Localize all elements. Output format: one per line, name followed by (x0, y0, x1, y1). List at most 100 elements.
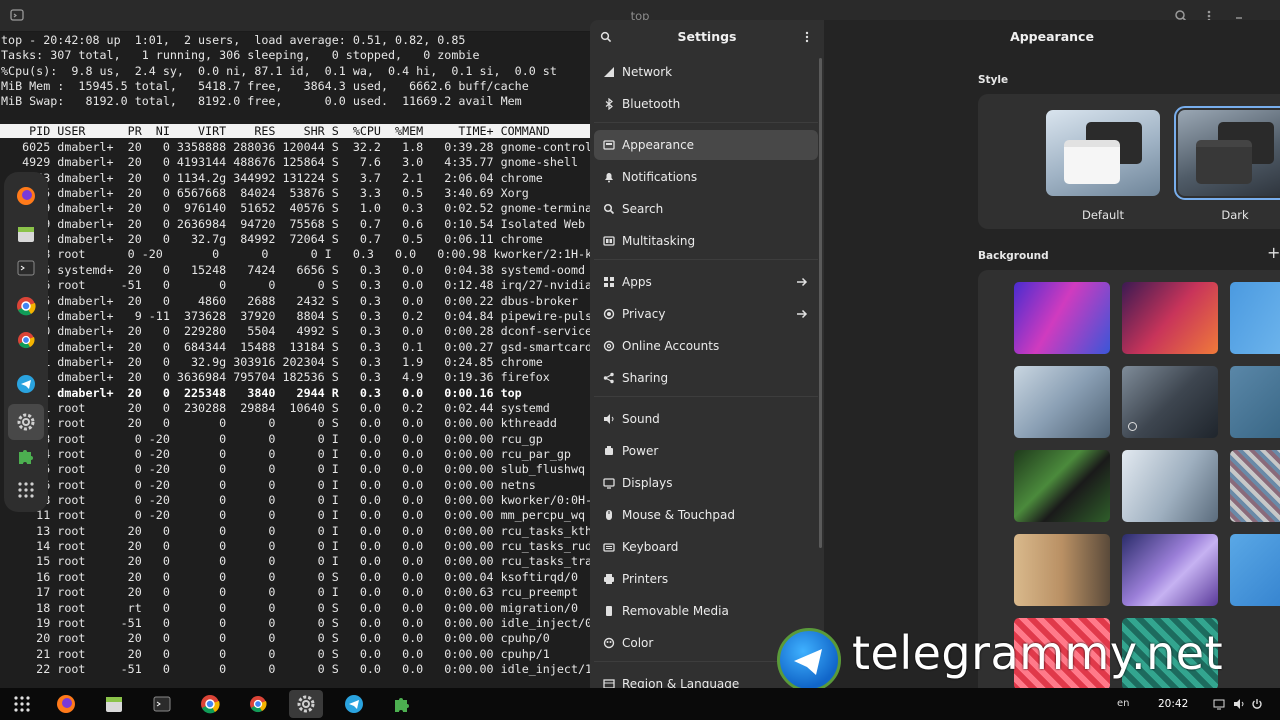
keyboard-icon (603, 543, 615, 552)
chrome-icon[interactable] (12, 292, 40, 320)
terminal-icon[interactable] (147, 690, 177, 718)
sidebar-item-notifications[interactable]: Notifications (594, 162, 818, 192)
sidebar-item-label: Search (622, 202, 664, 216)
sidebar-item-power[interactable]: Power (594, 436, 818, 466)
sidebar-item-label: Keyboard (622, 540, 679, 554)
process-row: 4183 dmaberl+ 20 0 32.7g 84992 72064 S 0… (1, 232, 543, 247)
process-row: 21 root 20 0 0 0 0 S 0.0 0.0 0:00.00 cpu… (1, 646, 550, 661)
top-summary-line: %Cpu(s): 9.8 us, 2.4 sy, 0.0 ni, 87.1 id… (1, 63, 557, 78)
firefox-icon[interactable] (51, 690, 81, 718)
chrome-beta-icon[interactable] (243, 690, 273, 718)
background-thumbnail[interactable] (1014, 534, 1110, 606)
files-icon[interactable] (12, 220, 40, 248)
app-grid-icon[interactable] (7, 690, 37, 718)
background-thumbnail[interactable] (1122, 282, 1218, 354)
sidebar-item-privacy[interactable]: Privacy (594, 299, 818, 329)
process-row: 1036 root -51 0 0 0 0 S 0.3 0.0 0:12.48 … (1, 278, 590, 293)
sidebar-item-label: Displays (622, 476, 673, 490)
sidebar-item-removable-media[interactable]: Removable Media (594, 596, 818, 626)
settings-gear-icon[interactable] (8, 404, 44, 440)
sidebar-item-displays[interactable]: Displays (594, 468, 818, 498)
sidebar-item-apps[interactable]: Apps (594, 267, 818, 297)
printer-icon (604, 574, 614, 584)
background-thumbnail[interactable] (1014, 450, 1110, 522)
desktop: top - 20:42:08 up 1:01, 2 users, load av… (0, 0, 1280, 720)
files-icon[interactable] (99, 690, 129, 718)
sidebar-item-search[interactable]: Search (594, 194, 818, 224)
style-default-thumbnail[interactable] (1046, 110, 1160, 196)
process-row: 6025 dmaberl+ 20 0 3358888 288036 120044… (1, 140, 590, 154)
sidebar-item-mouse-touchpad[interactable]: Mouse & Touchpad (594, 500, 818, 530)
process-row: 158 root 0 -20 0 0 0 I 0.3 0.0 0:00.98 k… (1, 247, 590, 262)
background-thumbnail[interactable] (1014, 282, 1110, 354)
sidebar-item-printers[interactable]: Printers (594, 564, 818, 594)
settings-gear-icon[interactable] (289, 690, 323, 718)
background-thumbnail[interactable] (1230, 534, 1280, 606)
sidebar-item-online-accounts[interactable]: Online Accounts (594, 331, 818, 361)
sidebar-item-label: Notifications (622, 170, 698, 184)
notifications-icon (605, 173, 613, 183)
process-row: 6 root 0 -20 0 0 0 I 0.0 0.0 0:00.00 net… (1, 477, 536, 492)
extensions-puzzle-icon[interactable] (387, 690, 417, 718)
terminal-tab-icon[interactable] (10, 8, 24, 22)
display-icon[interactable] (1213, 698, 1225, 710)
menu-kebab-icon[interactable] (801, 31, 813, 43)
chrome-icon[interactable] (195, 690, 225, 718)
background-thumbnail[interactable] (1230, 282, 1280, 354)
bluetooth-icon (605, 98, 613, 110)
process-row: 896 systemd+ 20 0 15248 7424 6656 S 0.3 … (1, 262, 586, 277)
add-background-icon[interactable]: + (1267, 245, 1280, 261)
sidebar-item-multitasking[interactable]: Multitasking (594, 226, 818, 256)
process-row: 2441 dmaberl+ 20 0 684344 15488 13184 S … (1, 339, 590, 354)
process-row: 4191 dmaberl+ 20 0 32.9g 303916 202304 S… (1, 354, 543, 369)
sidebar-item-sharing[interactable]: Sharing (594, 363, 818, 393)
background-thumbnail[interactable] (1122, 450, 1218, 522)
extensions-puzzle-icon[interactable] (12, 442, 40, 470)
clock[interactable]: 20:42 (1158, 688, 1188, 720)
volume-icon[interactable] (1233, 698, 1245, 710)
process-row: 5 root 0 -20 0 0 0 I 0.0 0.0 0:00.00 slu… (1, 462, 586, 477)
appearance-icon (603, 140, 615, 150)
firefox-icon[interactable] (12, 182, 40, 210)
background-thumbnail[interactable] (1230, 366, 1280, 438)
sidebar-item-bluetooth[interactable]: Bluetooth (594, 89, 818, 119)
arrow-right-icon (797, 277, 808, 287)
sidebar-item-appearance[interactable]: Appearance (594, 130, 818, 160)
process-row: 2 root 20 0 0 0 0 S 0.0 0.0 0:00.00 kthr… (1, 416, 557, 431)
background-thumbnail[interactable] (1230, 450, 1280, 522)
top-summary-line: top - 20:42:08 up 1:01, 2 users, load av… (1, 33, 466, 47)
taskbar: en 20:42 (0, 688, 1280, 720)
power-icon[interactable] (1251, 698, 1263, 710)
privacy-icon (603, 308, 615, 320)
sidebar-item-label: Sharing (622, 371, 669, 385)
background-thumbnail[interactable] (1014, 366, 1110, 438)
chrome-beta-icon[interactable] (12, 326, 40, 354)
terminal-output[interactable]: top - 20:42:08 up 1:01, 2 users, load av… (0, 32, 590, 688)
style-default-label: Default (1081, 208, 1125, 222)
mouse-icon (606, 510, 612, 520)
process-row: 22 root -51 0 0 0 0 S 0.0 0.0 0:00.00 id… (1, 661, 590, 676)
network-icon (604, 67, 614, 77)
telegram-icon[interactable] (339, 690, 369, 718)
sidebar-item-sound[interactable]: Sound (594, 404, 818, 434)
power-icon (605, 446, 613, 455)
process-row: 11 root 0 -20 0 0 0 I 0.0 0.0 0:00.00 mm… (1, 508, 586, 523)
process-row: 1195 dmaberl+ 20 0 4860 2688 2432 S 0.3 … (1, 293, 578, 308)
background-thumbnail[interactable] (1122, 366, 1218, 438)
keyboard-layout-indicator[interactable]: en (1117, 688, 1130, 720)
sidebar-item-label: Power (622, 444, 659, 458)
terminal-icon[interactable] (12, 254, 40, 282)
background-thumbnail[interactable] (1122, 534, 1218, 606)
sound-icon (604, 414, 614, 424)
terminal-header (0, 0, 590, 32)
settings-sidebar: Settings Network Bluetooth Appearance Notif… (590, 20, 824, 688)
sidebar-item-label: Privacy (622, 307, 666, 321)
app-grid-icon[interactable] (12, 476, 40, 504)
process-row: 4099 dmaberl+ 20 0 2636984 94720 75568 S… (1, 216, 590, 231)
style-dark-thumbnail[interactable] (1174, 106, 1280, 200)
sidebar-item-keyboard[interactable]: Keyboard (594, 532, 818, 562)
sidebar-item-network[interactable]: Network (594, 57, 818, 87)
sidebar-scrollbar[interactable] (819, 58, 822, 548)
apps-icon (604, 277, 614, 287)
telegram-icon[interactable] (12, 370, 40, 398)
